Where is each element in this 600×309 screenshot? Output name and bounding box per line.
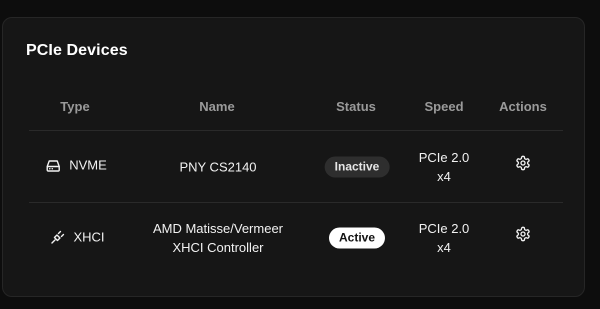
drive-icon bbox=[45, 157, 61, 173]
column-header-name: Name bbox=[199, 99, 235, 114]
speed-lanes: x4 bbox=[437, 240, 451, 255]
gear-icon bbox=[516, 226, 530, 242]
column-header-actions: Actions bbox=[499, 99, 547, 114]
status-cell: Inactive bbox=[324, 156, 390, 178]
card-title: PCIe Devices bbox=[26, 42, 128, 59]
header-divider bbox=[29, 130, 563, 131]
pcie-devices-card: PCIe Devices Type Name Status Speed Acti… bbox=[2, 17, 585, 297]
type-cell: NVME bbox=[45, 156, 107, 175]
speed-cell: PCIe 2.0 x4 bbox=[419, 148, 470, 186]
device-settings-button[interactable] bbox=[512, 223, 534, 245]
speed-generation: PCIe 2.0 bbox=[418, 150, 470, 165]
name-cell: AMD Matisse/Vermeer XHCI Controller bbox=[153, 219, 283, 257]
device-settings-button[interactable] bbox=[512, 152, 534, 174]
speed-generation: PCIe 2.0 bbox=[418, 221, 470, 236]
speed-lanes: x4 bbox=[437, 169, 451, 184]
type-cell: XHCI bbox=[49, 228, 105, 247]
speed-cell: PCIe 2.0 x4 bbox=[419, 219, 470, 257]
status-badge: Inactive bbox=[324, 156, 390, 178]
type-label: XHCI bbox=[73, 229, 105, 245]
gear-icon bbox=[516, 155, 530, 171]
column-header-status: Status bbox=[336, 99, 376, 114]
actions-cell bbox=[512, 223, 534, 247]
usb-plug-icon bbox=[49, 229, 65, 245]
device-name-line-2: XHCI Controller bbox=[172, 240, 264, 255]
type-label: NVME bbox=[69, 157, 107, 173]
column-header-speed: Speed bbox=[424, 99, 464, 114]
name-cell: PNY CS2140 bbox=[179, 158, 256, 177]
column-header-type: Type bbox=[60, 99, 90, 114]
actions-cell bbox=[512, 152, 534, 176]
status-badge: Active bbox=[328, 227, 386, 249]
status-cell: Active bbox=[328, 227, 386, 249]
device-name: PNY CS2140 bbox=[179, 159, 257, 175]
device-name-line-1: AMD Matisse/Vermeer bbox=[152, 221, 284, 236]
row-divider bbox=[29, 202, 563, 203]
